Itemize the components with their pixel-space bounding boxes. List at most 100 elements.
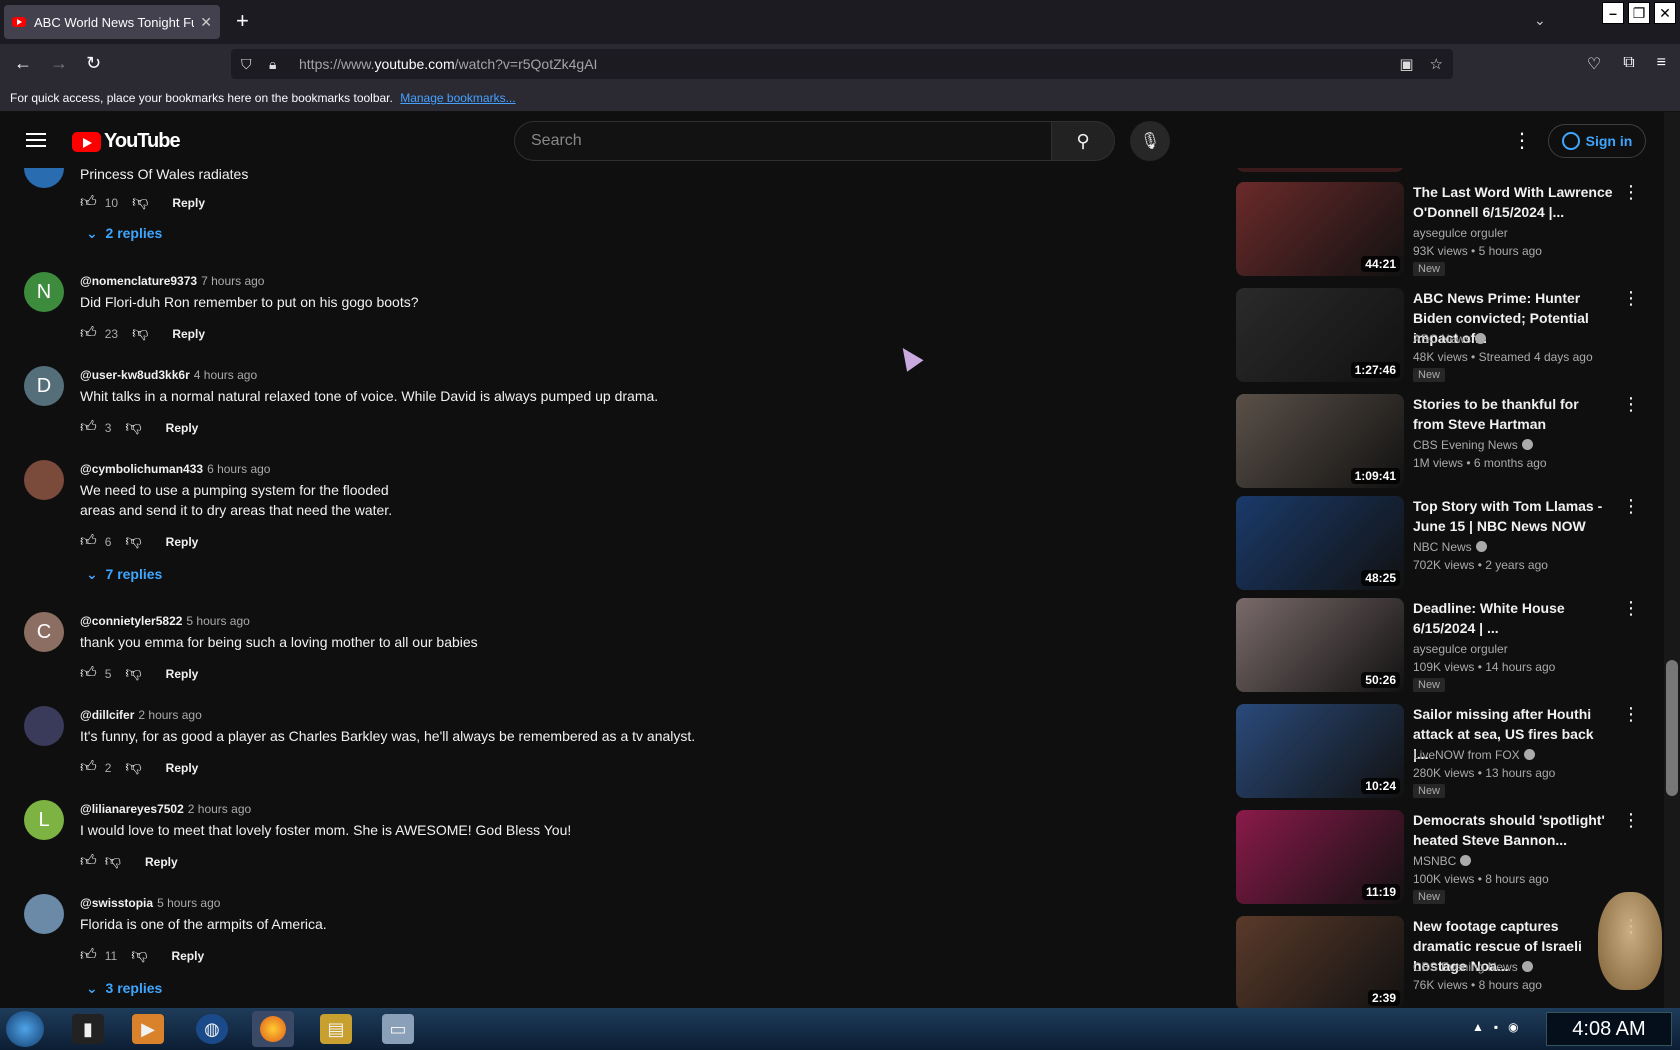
view-replies-button[interactable]: ⌄ 7 replies (86, 566, 162, 583)
comment-author[interactable]: @swisstopia (80, 896, 153, 910)
video-more-icon[interactable]: ⋮ (1622, 394, 1640, 415)
video-title[interactable]: The Last Word With Lawrence O'Donnell 6/… (1413, 182, 1613, 222)
reload-icon[interactable]: ↻ (86, 53, 101, 74)
related-video-item[interactable]: 44:21 The Last Word With Lawrence O'Donne… (1236, 182, 1656, 278)
list-all-tabs-icon[interactable]: ⌄ (1534, 12, 1546, 29)
comment-author[interactable]: @dillcifer (80, 708, 134, 722)
like-icon[interactable]: 👍︎ (80, 758, 97, 777)
comment-time[interactable]: 2 hours ago (188, 802, 251, 816)
comment-time[interactable]: 6 hours ago (207, 462, 270, 476)
taskbar-clock[interactable]: 4:08 AM (1546, 1012, 1672, 1046)
extensions-icon[interactable]: ⧉ (1623, 54, 1634, 74)
sign-in-button[interactable]: Sign in (1548, 124, 1646, 158)
like-icon[interactable]: 👍︎ (80, 664, 97, 683)
voice-search-button[interactable]: 🎙︎ (1130, 121, 1170, 161)
dislike-icon[interactable]: 👎︎ (125, 664, 141, 683)
search-button[interactable]: ⚲ (1051, 121, 1115, 161)
menu-icon[interactable] (26, 133, 46, 147)
video-more-icon[interactable]: ⋮ (1622, 288, 1640, 309)
lock-icon[interactable]: 🔒︎ (269, 56, 287, 73)
view-replies-button[interactable]: ⌄ 2 replies (86, 225, 162, 242)
video-thumbnail[interactable]: 50:26 (1236, 598, 1404, 692)
video-thumbnail[interactable]: 11:19 (1236, 810, 1404, 904)
video-thumbnail[interactable]: 2:39 (1236, 916, 1404, 1008)
browser-tab-active[interactable]: ABC World News Tonight Full E ✕ (4, 5, 220, 39)
video-channel[interactable]: CBS Evening News (1413, 960, 1533, 974)
like-icon[interactable]: 👍︎ (80, 324, 97, 343)
video-title[interactable]: Deadline: White House 6/15/2024 | ... (1413, 598, 1613, 638)
like-icon[interactable]: 👍︎ (80, 532, 97, 551)
tray-expand-icon[interactable]: ▲ (1472, 1020, 1484, 1034)
video-channel[interactable]: aysegulce orguler (1413, 642, 1508, 656)
forward-icon[interactable]: → (50, 53, 68, 74)
like-icon[interactable]: 👍︎ (80, 852, 97, 871)
taskbar-app-files-icon[interactable]: ▭ (382, 1014, 414, 1044)
comment-author[interactable]: @lilianareyes7502 (80, 802, 184, 816)
video-channel[interactable]: LiveNOW from FOX (1413, 748, 1535, 762)
reply-button[interactable]: Reply (172, 327, 205, 341)
comment-author[interactable]: @user-kw8ud3kk6r (80, 368, 190, 382)
video-thumbnail[interactable]: 48:25 (1236, 496, 1404, 590)
bookmark-star-icon[interactable]: ☆ (1430, 55, 1443, 73)
video-title[interactable]: Stories to be thankful for from Steve Ha… (1413, 394, 1613, 434)
related-video-item[interactable]: 2:39 New footage captures dramatic rescue… (1236, 916, 1656, 1008)
video-channel[interactable]: MSNBC (1413, 854, 1472, 868)
video-title[interactable]: Democrats should 'spotlight' heated Stev… (1413, 810, 1613, 850)
manage-bookmarks-link[interactable]: Manage bookmarks... (400, 91, 515, 105)
new-tab-icon[interactable]: + (236, 10, 249, 32)
comment-time[interactable]: 2 hours ago (138, 708, 201, 722)
avatar[interactable]: L (24, 800, 64, 840)
dislike-icon[interactable]: 👎︎ (105, 852, 121, 871)
video-thumbnail[interactable]: 1:09:41 (1236, 394, 1404, 488)
video-thumbnail[interactable]: 44:21 (1236, 182, 1404, 276)
avatar[interactable]: C (24, 612, 64, 652)
back-icon[interactable]: ← (14, 53, 32, 74)
related-video-item[interactable]: 1:27:46 ABC News Prime: Hunter Biden conv… (1236, 288, 1656, 384)
reply-button[interactable]: Reply (166, 535, 199, 549)
related-video-item[interactable]: 11:19 Democrats should 'spotlight' heated… (1236, 810, 1656, 906)
tray-network-icon[interactable]: ▪ (1494, 1020, 1498, 1034)
reply-button[interactable]: Reply (145, 855, 178, 869)
dislike-icon[interactable]: 👎︎ (131, 946, 147, 965)
view-replies-button[interactable]: ⌄ 3 replies (86, 980, 162, 997)
comment-time[interactable]: 5 hours ago (186, 614, 249, 628)
url-bar[interactable]: ⛉ 🔒︎ https://www.youtube.com/watch?v=r5Q… (231, 49, 1453, 79)
avatar[interactable] (24, 894, 64, 934)
avatar[interactable]: D (24, 366, 64, 406)
video-channel[interactable]: CBS Evening News (1413, 438, 1533, 452)
comment-time[interactable]: 5 hours ago (157, 896, 220, 910)
dislike-icon[interactable]: 👎︎ (125, 532, 141, 551)
like-icon[interactable]: 👍︎ (80, 193, 97, 212)
search-input[interactable]: Search (514, 121, 1052, 161)
video-more-icon[interactable]: ⋮ (1622, 496, 1640, 517)
video-channel[interactable]: ABC News (1413, 332, 1487, 346)
url-text[interactable]: https://www.youtube.com/watch?v=r5QotZk4… (299, 56, 597, 72)
reply-button[interactable]: Reply (166, 761, 199, 775)
restore-icon[interactable]: ❐ (1628, 2, 1650, 24)
related-video-item[interactable]: 10:24 Sailor missing after Houthi attack … (1236, 704, 1656, 800)
video-channel[interactable]: NBC News (1413, 540, 1487, 554)
pocket-icon[interactable]: ♡ (1587, 54, 1601, 74)
taskbar-app-media-icon[interactable]: ▶ (132, 1014, 164, 1044)
start-button[interactable] (6, 1011, 44, 1047)
reply-button[interactable]: Reply (172, 196, 205, 210)
comment-author[interactable]: @connietyler5822 (80, 614, 182, 628)
taskbar-app-firefox-icon[interactable] (252, 1011, 294, 1047)
dislike-icon[interactable]: 👎︎ (125, 418, 141, 437)
video-more-icon[interactable]: ⋮ (1622, 598, 1640, 619)
related-video-item[interactable]: 48:25 Top Story with Tom Llamas - June 15… (1236, 496, 1656, 592)
tray-volume-icon[interactable]: ◉ (1508, 1020, 1518, 1034)
avatar[interactable] (24, 168, 64, 188)
related-video-item[interactable]: 50:26 Deadline: White House 6/15/2024 | .… (1236, 598, 1656, 694)
avatar[interactable] (24, 706, 64, 746)
avatar[interactable] (24, 460, 64, 500)
picture-blocked-icon[interactable]: ▣ (1399, 55, 1413, 73)
video-more-icon[interactable]: ⋮ (1622, 182, 1640, 203)
comment-time[interactable]: 7 hours ago (201, 274, 264, 288)
video-more-icon[interactable]: ⋮ (1622, 704, 1640, 725)
video-title[interactable]: Top Story with Tom Llamas - June 15 | NB… (1413, 496, 1613, 536)
dislike-icon[interactable]: 👎︎ (125, 758, 141, 777)
taskbar-app-terminal-icon[interactable]: ▮ (72, 1014, 104, 1044)
app-menu-icon[interactable]: ≡ (1657, 54, 1666, 74)
comment-time[interactable]: 4 hours ago (194, 368, 257, 382)
